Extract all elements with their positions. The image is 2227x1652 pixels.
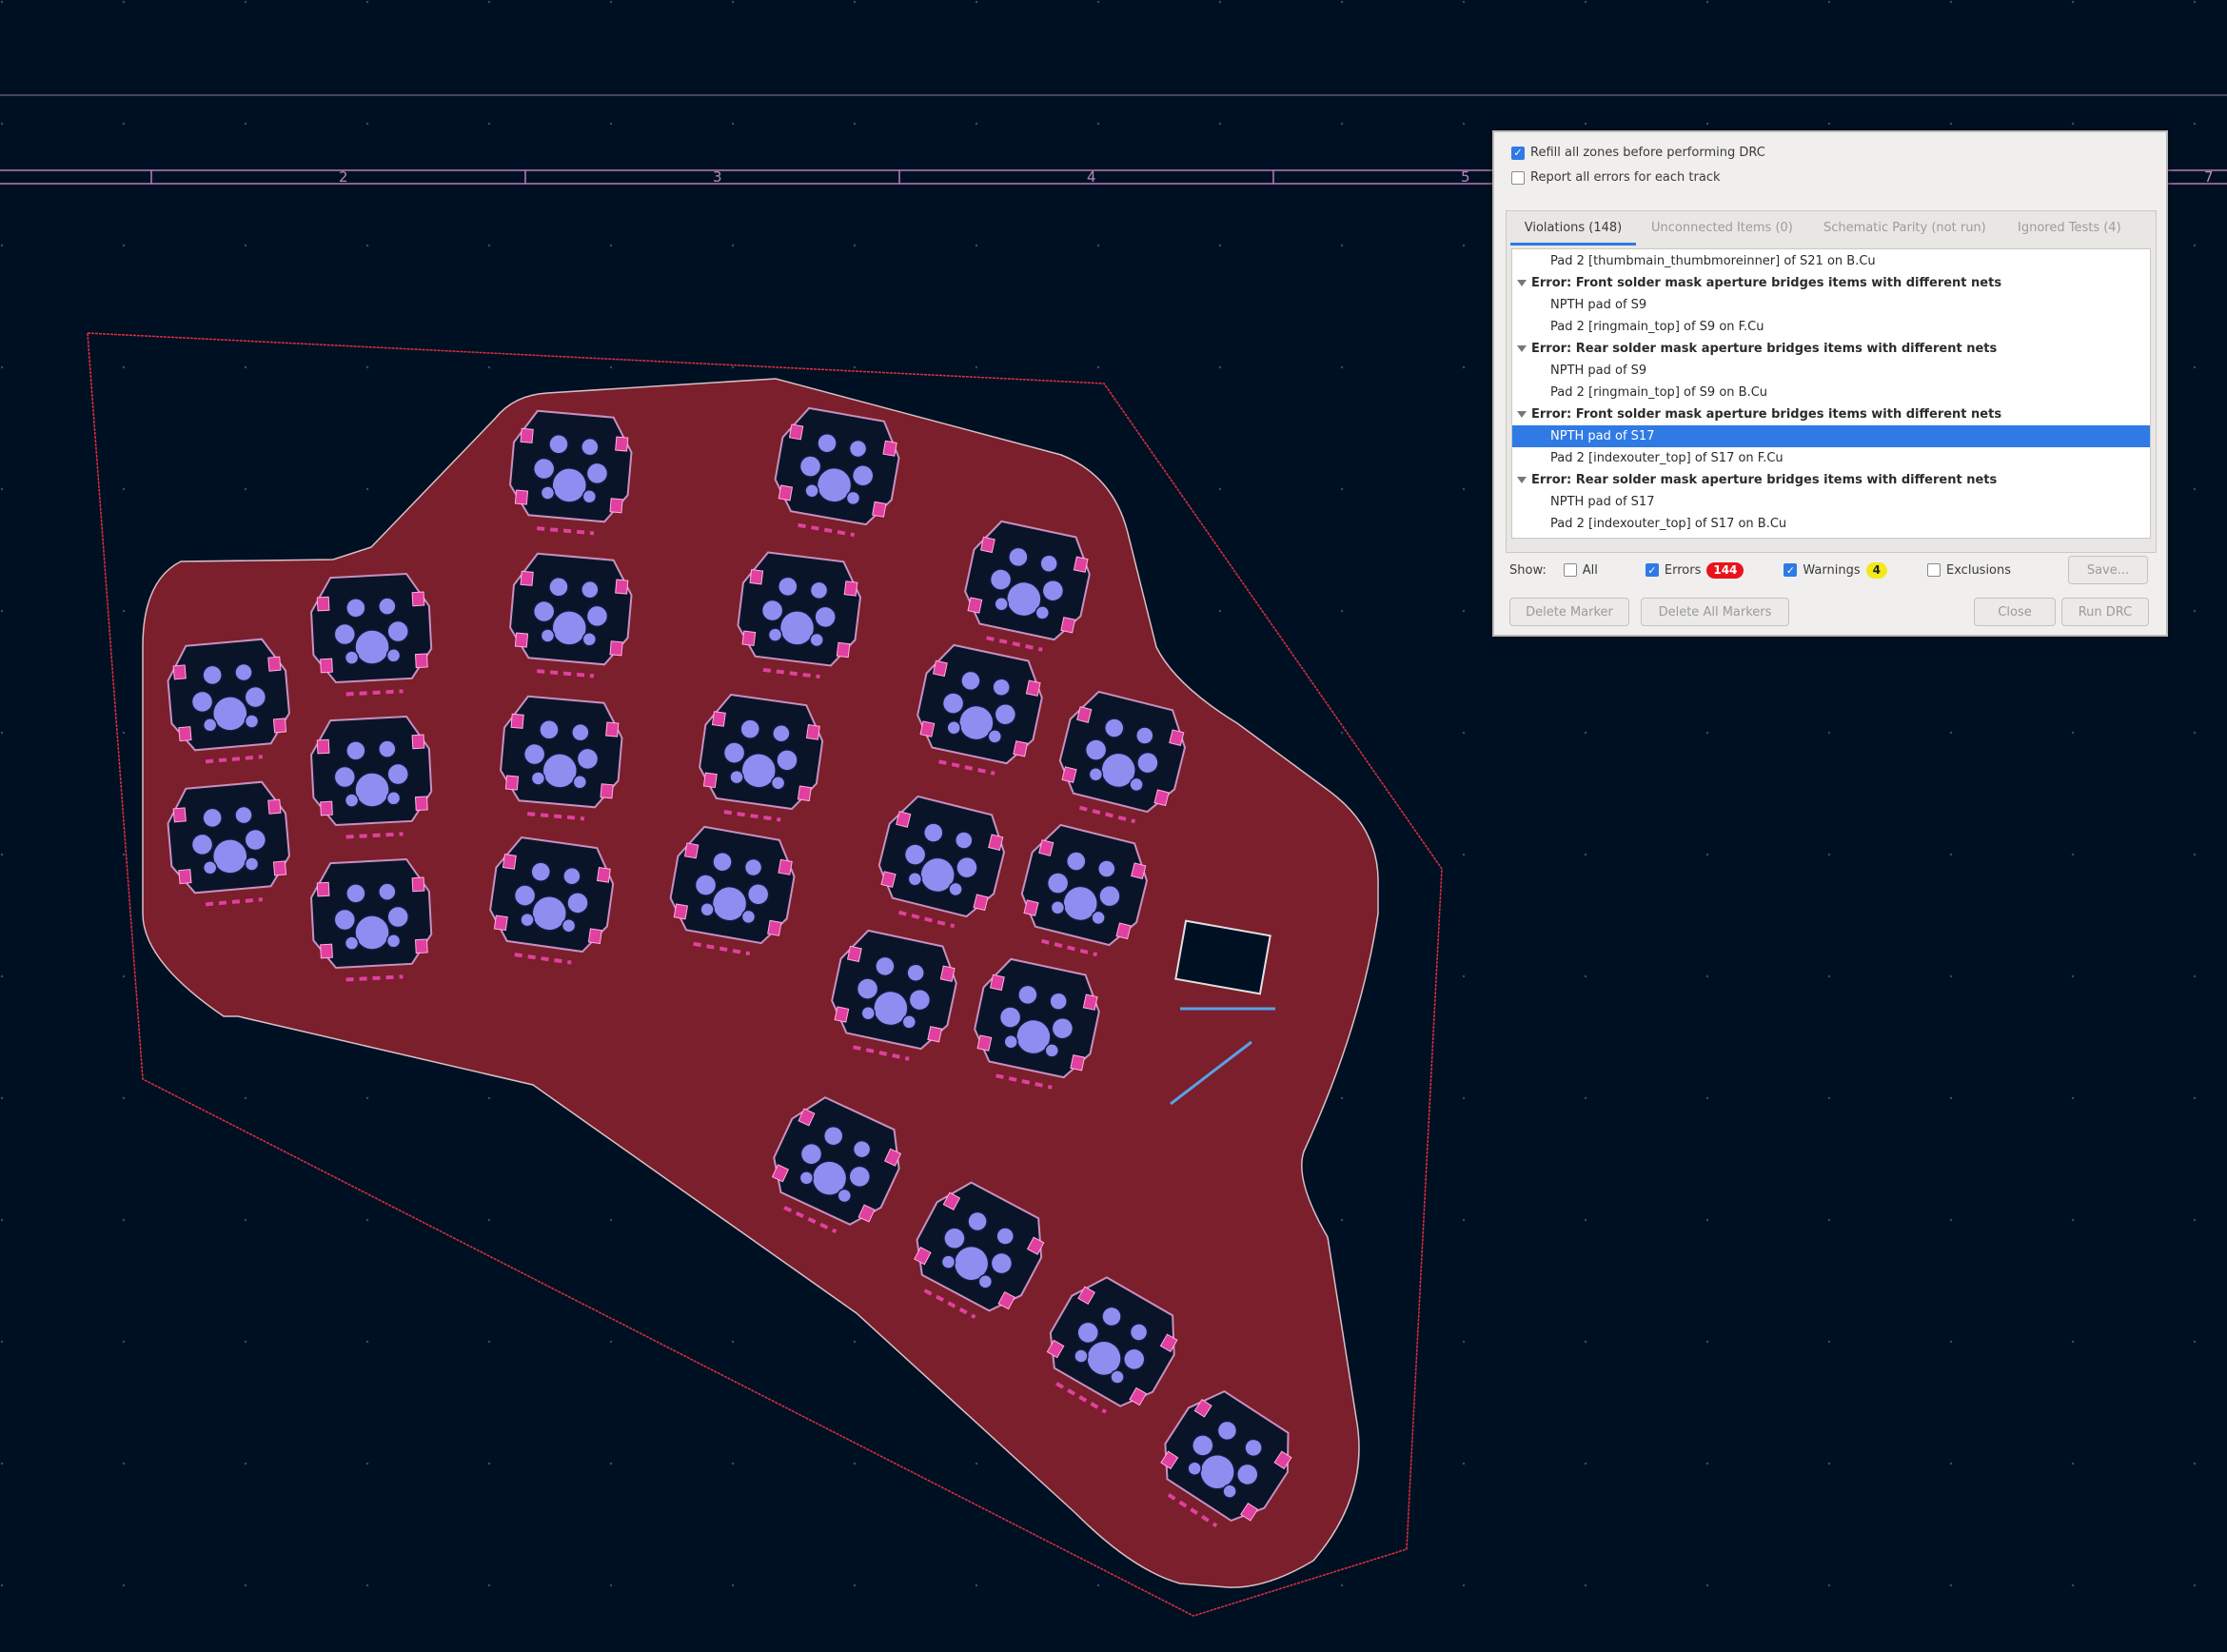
delete-all-markers-button[interactable]: Delete All Markers <box>1641 598 1789 626</box>
expand-triangle-icon[interactable] <box>1517 477 1527 483</box>
show-all-checkbox[interactable] <box>1563 563 1577 577</box>
show-warnings-label: Warnings <box>1803 562 1861 578</box>
ruler-label: 4 <box>1087 168 1096 186</box>
warnings-count-badge: 4 <box>1865 561 1887 579</box>
show-all-label: All <box>1582 562 1598 578</box>
violation-item-row[interactable]: NPTH pad of S17 <box>1512 425 2150 447</box>
ruler-label: 2 <box>339 168 348 186</box>
show-errors-label: Errors <box>1664 562 1702 578</box>
violation-text: Error: Front solder mask aperture bridge… <box>1531 407 2002 422</box>
show-warnings-checkbox[interactable]: ✓ <box>1784 563 1798 577</box>
violation-text: Pad 2 [thumbmain_thumbmoreinner] of S21 … <box>1550 254 1876 268</box>
violation-item-row[interactable]: NPTH pad of S17 <box>1512 491 2150 513</box>
tab-bar: Violations (148) Unconnected Items (0) S… <box>1507 211 2156 246</box>
violation-item-row[interactable]: Pad 2 [ringmain_top] of S9 on F.Cu <box>1512 316 2150 338</box>
show-filter-bar: Show: All ✓ Errors 144 ✓ Warnings 4 Excl… <box>1509 560 2011 580</box>
violations-list[interactable]: Pad 2 [thumbmain_thumbmoreinner] of S21 … <box>1511 248 2151 539</box>
show-exclusions-checkbox[interactable] <box>1927 563 1941 577</box>
tab-ignored-tests[interactable]: Ignored Tests (4) <box>2018 211 2121 246</box>
violation-item-row[interactable]: Pad 2 [indexouter_top] of S17 on F.Cu <box>1512 447 2150 469</box>
violation-text: NPTH pad of S9 <box>1550 364 1647 378</box>
violation-text: Pad 2 [ringmain_top] of S9 on B.Cu <box>1550 385 1768 400</box>
delete-marker-button[interactable]: Delete Marker <box>1509 598 1629 626</box>
violation-text: Error: Rear solder mask aperture bridges… <box>1531 473 1998 487</box>
show-exclusions-label: Exclusions <box>1946 562 2012 578</box>
violation-text: Pad 2 [indexouter_top] of S17 on B.Cu <box>1550 517 1787 531</box>
violation-text: NPTH pad of S9 <box>1550 298 1647 312</box>
tab-unconnected-items[interactable]: Unconnected Items (0) <box>1651 211 1793 246</box>
expand-triangle-icon[interactable] <box>1517 411 1527 418</box>
report-all-errors-label: Report all errors for each track <box>1530 170 1721 185</box>
violation-error-row[interactable]: Error: Front solder mask aperture bridge… <box>1512 403 2150 425</box>
violation-error-row[interactable]: Error: Rear solder mask aperture bridges… <box>1512 469 2150 491</box>
report-all-errors-checkbox[interactable] <box>1511 170 1525 185</box>
tab-schematic-parity[interactable]: Schematic Parity (not run) <box>1823 211 1986 246</box>
violation-text: Pad 2 [ringmain_top] of S9 on F.Cu <box>1550 320 1764 334</box>
violation-text: Pad 2 [indexouter_top] of S17 on F.Cu <box>1550 451 1784 465</box>
errors-count-badge: 144 <box>1706 561 1744 579</box>
close-button[interactable]: Close <box>1974 598 2056 626</box>
violation-text: NPTH pad of S17 <box>1550 495 1655 509</box>
violation-item-row[interactable]: NPTH pad of S9 <box>1512 360 2150 382</box>
violation-text: Error: Rear solder mask aperture bridges… <box>1531 342 1998 356</box>
violation-item-row[interactable]: NPTH pad of S9 <box>1512 294 2150 316</box>
violation-item-row[interactable]: Pad 2 [ringmain_top] of S9 on B.Cu <box>1512 382 2150 403</box>
save-button[interactable]: Save... <box>2068 556 2148 584</box>
violation-error-row[interactable]: Error: Rear solder mask aperture bridges… <box>1512 338 2150 360</box>
drc-dialog: ✓ Refill all zones before performing DRC… <box>1492 130 2168 637</box>
refill-zones-label: Refill all zones before performing DRC <box>1530 146 1765 160</box>
show-label: Show: <box>1509 562 1547 578</box>
report-all-errors-option[interactable]: Report all errors for each track <box>1511 170 1721 185</box>
show-errors-checkbox[interactable]: ✓ <box>1645 563 1659 577</box>
violation-error-row[interactable]: Error: Front solder mask aperture bridge… <box>1512 272 2150 294</box>
ruler-label: 3 <box>713 168 722 186</box>
tab-violations[interactable]: Violations (148) <box>1510 211 1636 246</box>
violation-item-row[interactable]: Pad 2 [thumbmain_thumbmoreinner] of S21 … <box>1512 250 2150 272</box>
refill-zones-option[interactable]: ✓ Refill all zones before performing DRC <box>1511 146 1765 160</box>
expand-triangle-icon[interactable] <box>1517 280 1527 286</box>
violation-text: Error: Front solder mask aperture bridge… <box>1531 276 2002 290</box>
violation-text: NPTH pad of S17 <box>1550 429 1655 443</box>
refill-zones-checkbox[interactable]: ✓ <box>1511 146 1525 160</box>
violation-item-row[interactable]: Pad 2 [indexouter_top] of S17 on B.Cu <box>1512 513 2150 535</box>
ruler-label: 5 <box>1461 168 1470 186</box>
run-drc-button[interactable]: Run DRC <box>2061 598 2149 626</box>
drc-notebook: Violations (148) Unconnected Items (0) S… <box>1506 210 2157 553</box>
ruler-label: 7 <box>2204 168 2214 186</box>
expand-triangle-icon[interactable] <box>1517 345 1527 352</box>
